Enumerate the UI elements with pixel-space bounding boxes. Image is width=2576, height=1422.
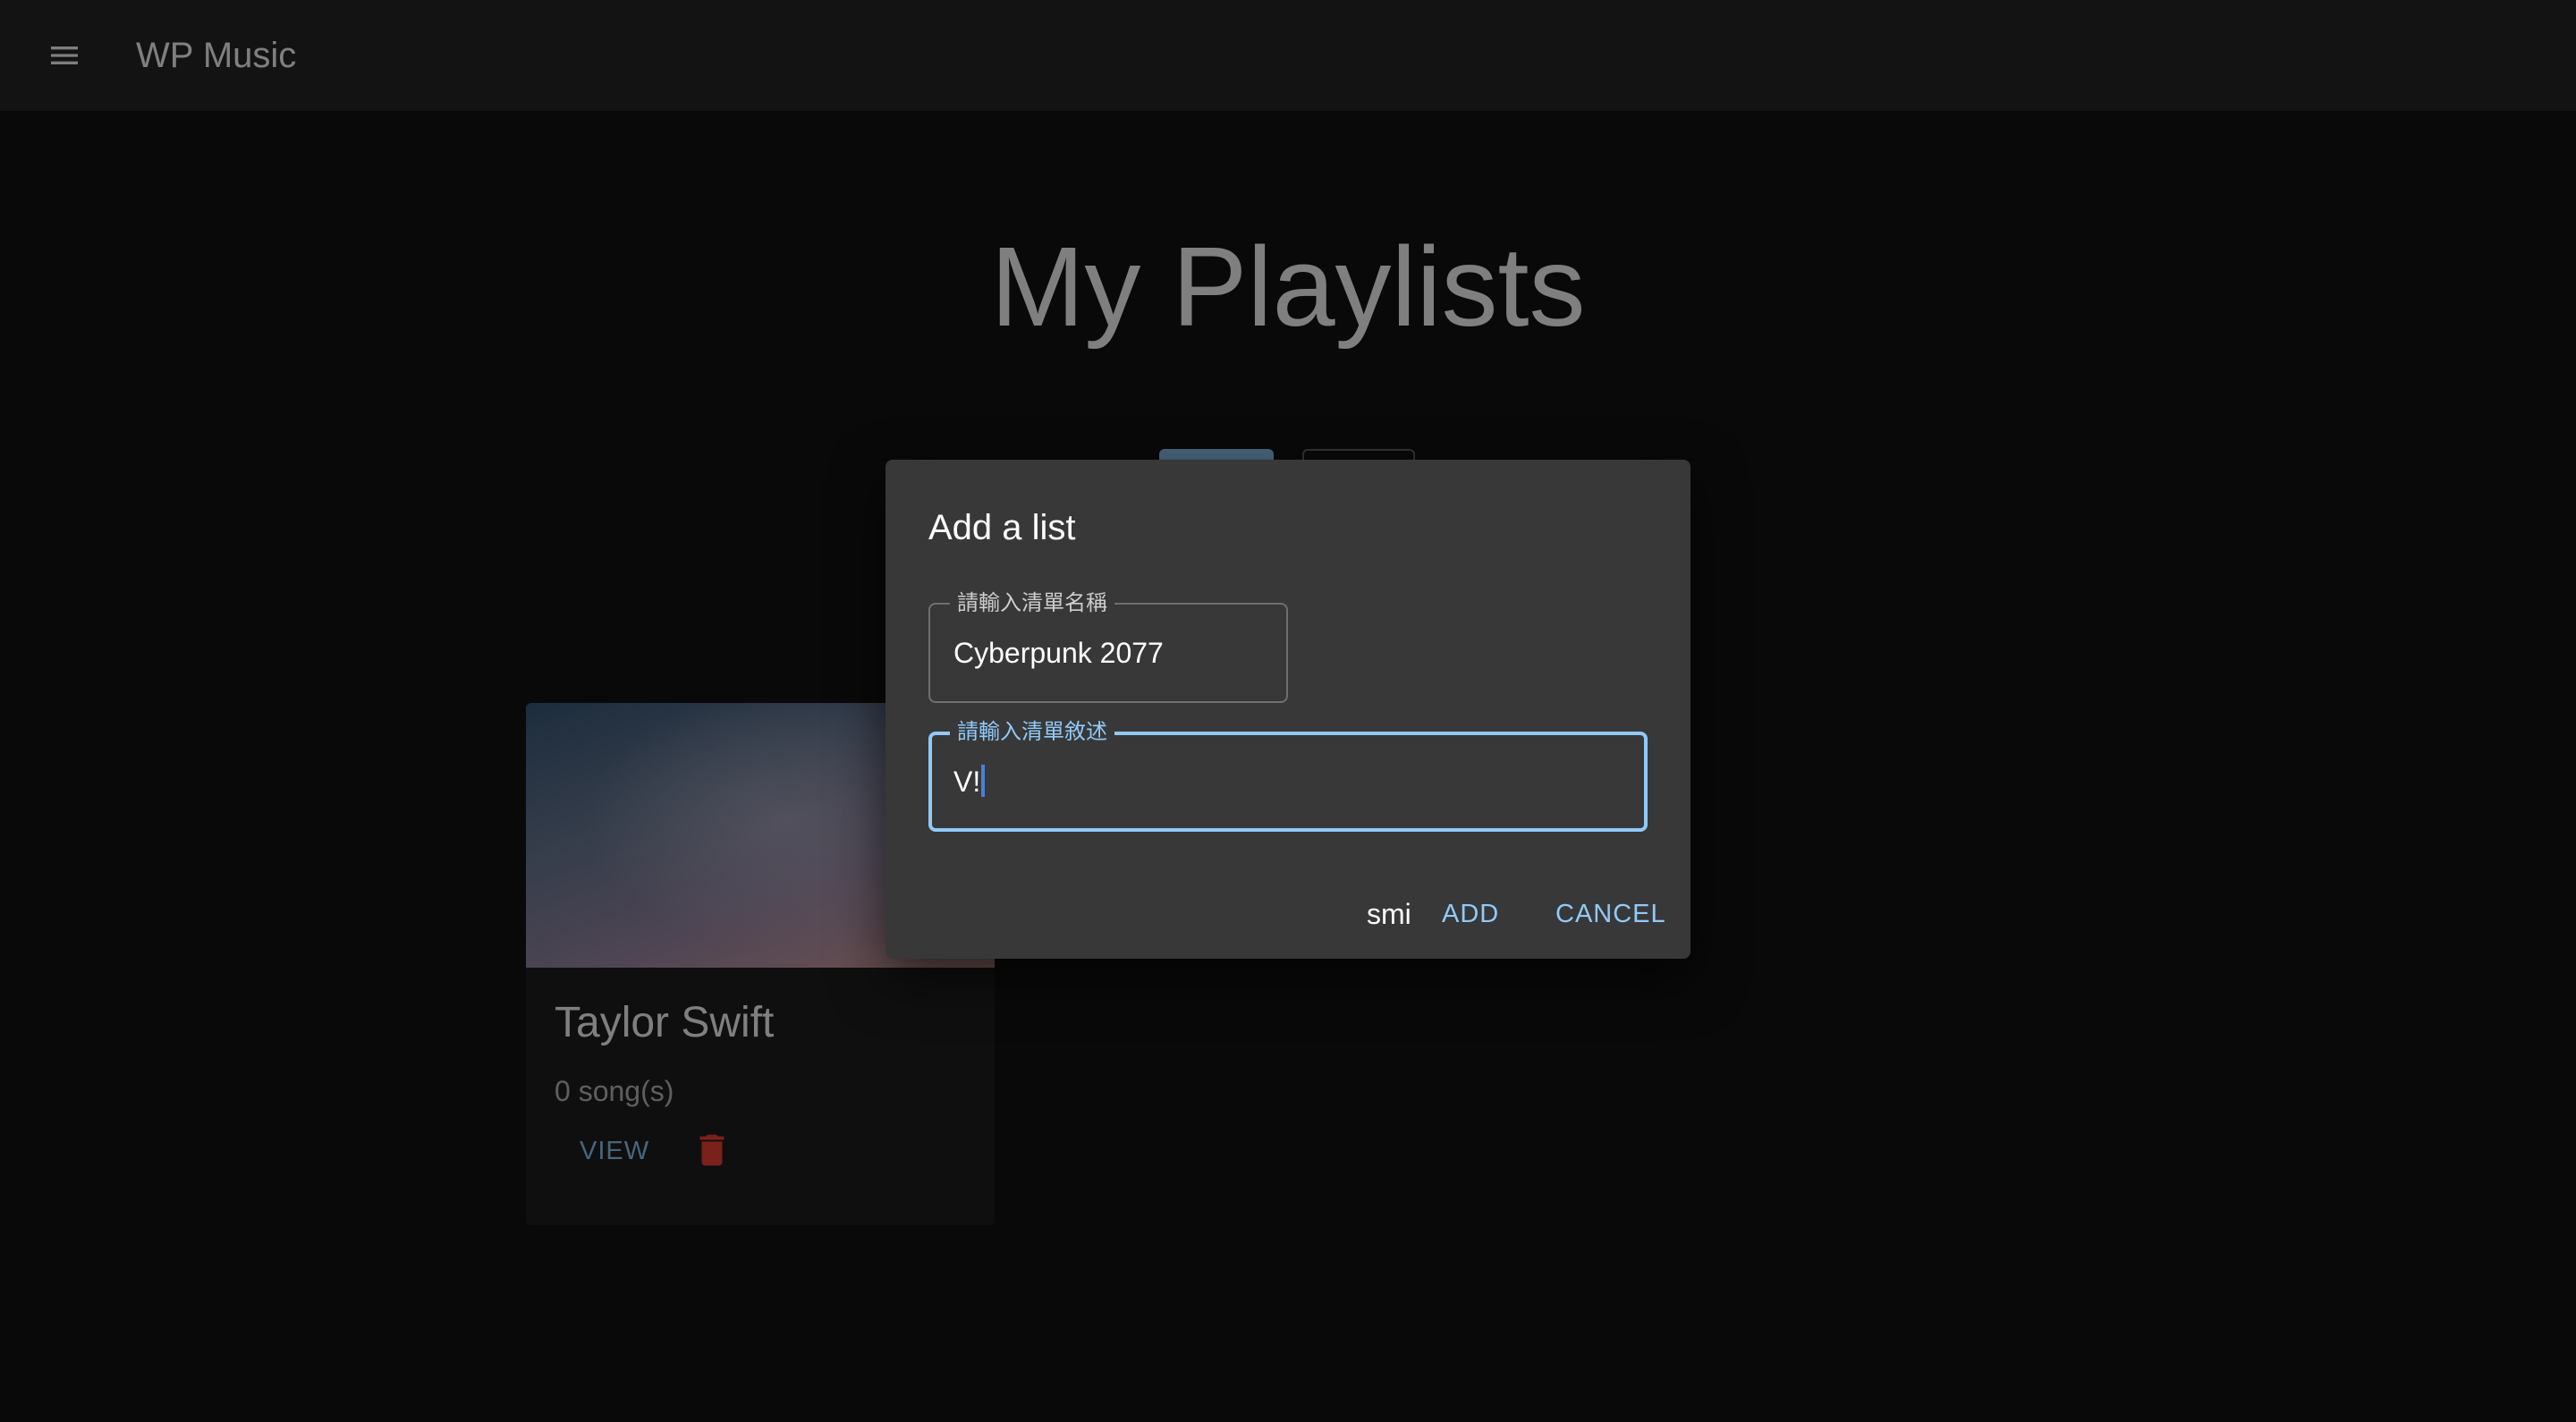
cancel-button[interactable]: CANCEL [1555,894,1666,934]
list-description-label: 請輸入清單敘述 [950,719,1114,746]
add-button[interactable]: ADD [1442,894,1499,934]
text-caret [981,765,986,797]
add-list-dialog: Add a list 請輸入清單名稱 Cyberpunk 2077 請輸入清單敘… [886,460,1690,959]
list-description-field[interactable]: 請輸入清單敘述 V! [928,719,1648,832]
dialog-extra-text: smi [1367,898,1411,930]
list-description-input-wrap[interactable]: V! [953,762,986,801]
app-root: WP Music My Playlists Taylor Swift 0 son… [0,0,2576,1422]
list-name-field[interactable]: 請輸入清單名稱 Cyberpunk 2077 [928,590,1288,703]
dialog-title: Add a list [928,508,1076,547]
list-name-label: 請輸入清單名稱 [950,590,1114,617]
list-name-input[interactable]: Cyberpunk 2077 [953,633,1164,673]
list-description-input[interactable]: V! [953,766,980,798]
